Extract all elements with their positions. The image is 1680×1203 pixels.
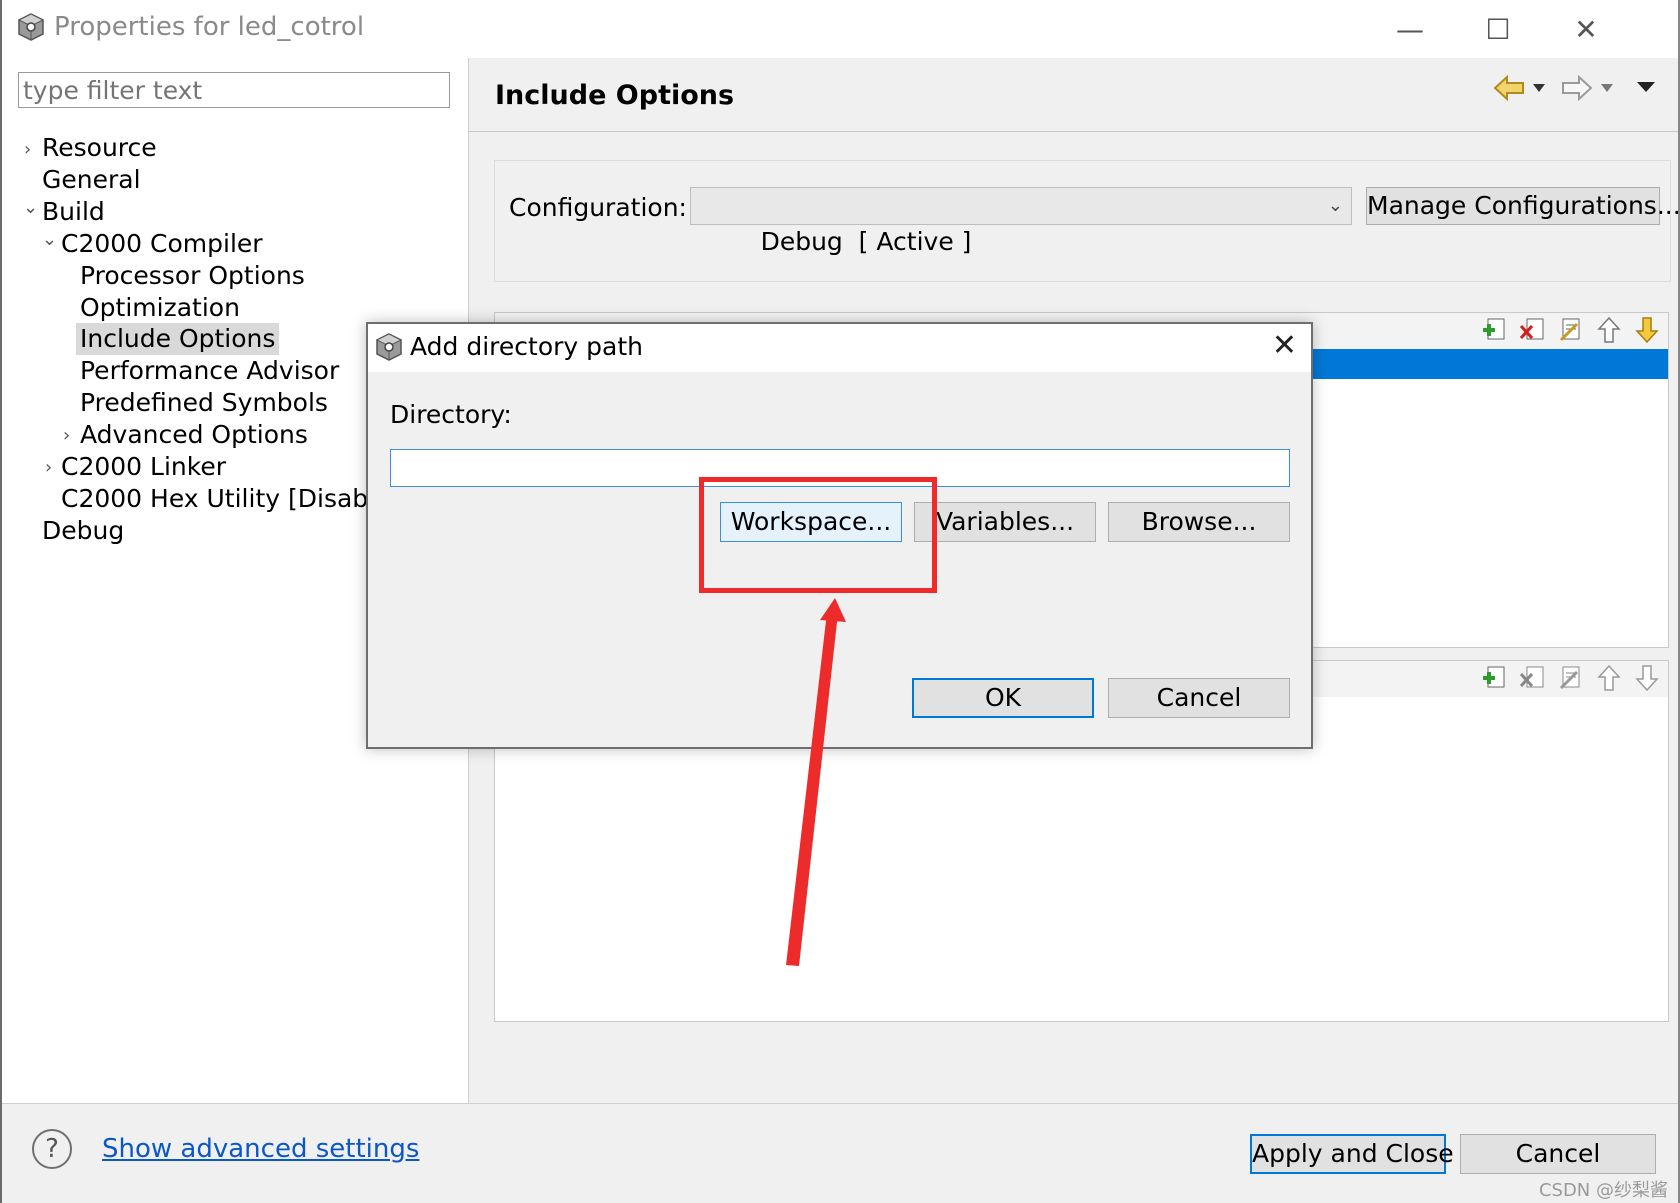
view-menu-icon[interactable] <box>1635 80 1657 94</box>
configuration-select[interactable]: Debug [ Active ] ⌄ <box>690 187 1352 256</box>
include-path-toolbar <box>1480 315 1662 345</box>
browse-button[interactable]: Browse... <box>1108 502 1290 542</box>
variables-button[interactable]: Variables... <box>914 502 1096 542</box>
chevron-right-icon[interactable]: › <box>24 134 31 166</box>
dialog-titlebar: Add directory path ✕ <box>368 324 1311 372</box>
tree-item-resource[interactable]: Resource <box>42 132 157 164</box>
tree-item-optimization[interactable]: Optimization <box>80 292 240 324</box>
directory-label: Directory: <box>390 400 512 429</box>
chevron-right-icon[interactable]: › <box>63 420 70 452</box>
apply-and-close-button[interactable]: Apply and Close <box>1250 1134 1454 1174</box>
tree-item-processor-options[interactable]: Processor Options <box>80 260 305 292</box>
dialog-title: Add directory path <box>410 332 643 361</box>
title-separator <box>469 131 1678 132</box>
forward-dropdown-icon[interactable] <box>1599 82 1615 94</box>
window-title: Properties for led_cotrol <box>54 12 365 42</box>
dialog-footer: ? Show advanced settings Apply and Close… <box>2 1103 1678 1203</box>
back-arrow-icon[interactable] <box>1493 74 1525 102</box>
close-window-button[interactable]: ✕ <box>1542 0 1630 58</box>
app-cube-icon <box>375 333 403 361</box>
configuration-value: Debug [ Active ] <box>760 227 972 256</box>
page-title: Include Options <box>495 80 735 111</box>
tree-item-c2000-linker[interactable]: C2000 Linker <box>61 451 226 483</box>
minimize-icon: — <box>1396 12 1424 46</box>
add-icon[interactable] <box>1480 315 1510 345</box>
cancel-button[interactable]: Cancel <box>1460 1134 1656 1174</box>
maximize-button[interactable]: ☐ <box>1454 0 1542 58</box>
tree-item-debug[interactable]: Debug <box>42 515 124 547</box>
add-icon[interactable] <box>1480 663 1510 693</box>
highlight-box <box>699 477 937 593</box>
help-icon[interactable]: ? <box>32 1129 72 1169</box>
forward-arrow-icon[interactable] <box>1561 74 1593 102</box>
move-down-icon[interactable] <box>1632 663 1662 693</box>
dialog-cancel-button[interactable]: Cancel <box>1108 678 1290 718</box>
configuration-label: Configuration: <box>509 193 687 222</box>
tree-item-predefined-symbols[interactable]: Predefined Symbols <box>80 387 328 419</box>
tree-item-advanced-options[interactable]: Advanced Options <box>80 419 308 451</box>
tree-item-performance-advisor[interactable]: Performance Advisor <box>80 355 339 387</box>
chevron-right-icon[interactable]: › <box>45 452 52 484</box>
tree-item-c2000-hex-utility[interactable]: C2000 Hex Utility [Disabled <box>61 483 406 515</box>
close-icon: ✕ <box>1574 12 1598 46</box>
filter-input[interactable] <box>18 72 450 108</box>
manage-configurations-button[interactable]: Manage Configurations... <box>1366 187 1678 225</box>
watermark: CSDN @纱梨酱 <box>1538 1180 1668 1201</box>
back-dropdown-icon[interactable] <box>1531 82 1547 94</box>
close-icon[interactable]: ✕ <box>1272 328 1297 363</box>
window-titlebar: Properties for led_cotrol — ☐ ✕ <box>2 0 1678 58</box>
move-up-icon[interactable] <box>1594 663 1624 693</box>
edit-icon[interactable] <box>1556 663 1586 693</box>
tree-item-general[interactable]: General <box>42 164 141 196</box>
move-up-icon[interactable] <box>1594 315 1624 345</box>
delete-icon[interactable] <box>1518 315 1548 345</box>
move-down-icon[interactable] <box>1632 315 1662 345</box>
show-advanced-settings-link[interactable]: Show advanced settings <box>102 1134 419 1164</box>
ok-button[interactable]: OK <box>912 678 1094 718</box>
tree-item-include-options[interactable]: Include Options <box>76 323 280 355</box>
edit-icon[interactable] <box>1556 315 1586 345</box>
minimize-button[interactable]: — <box>1366 0 1454 58</box>
configuration-group: Configuration: Debug [ Active ] ⌄ Manage… <box>494 160 1678 282</box>
maximize-icon: ☐ <box>1485 12 1511 46</box>
include-files-toolbar <box>1480 663 1662 693</box>
delete-icon[interactable] <box>1518 663 1548 693</box>
chevron-down-icon: ⌄ <box>1327 195 1343 216</box>
chevron-down-icon[interactable]: ⌄ <box>23 192 38 224</box>
tree-item-c2000-compiler[interactable]: C2000 Compiler <box>61 228 263 260</box>
chevron-down-icon[interactable]: ⌄ <box>42 224 57 256</box>
app-cube-icon <box>17 13 45 41</box>
